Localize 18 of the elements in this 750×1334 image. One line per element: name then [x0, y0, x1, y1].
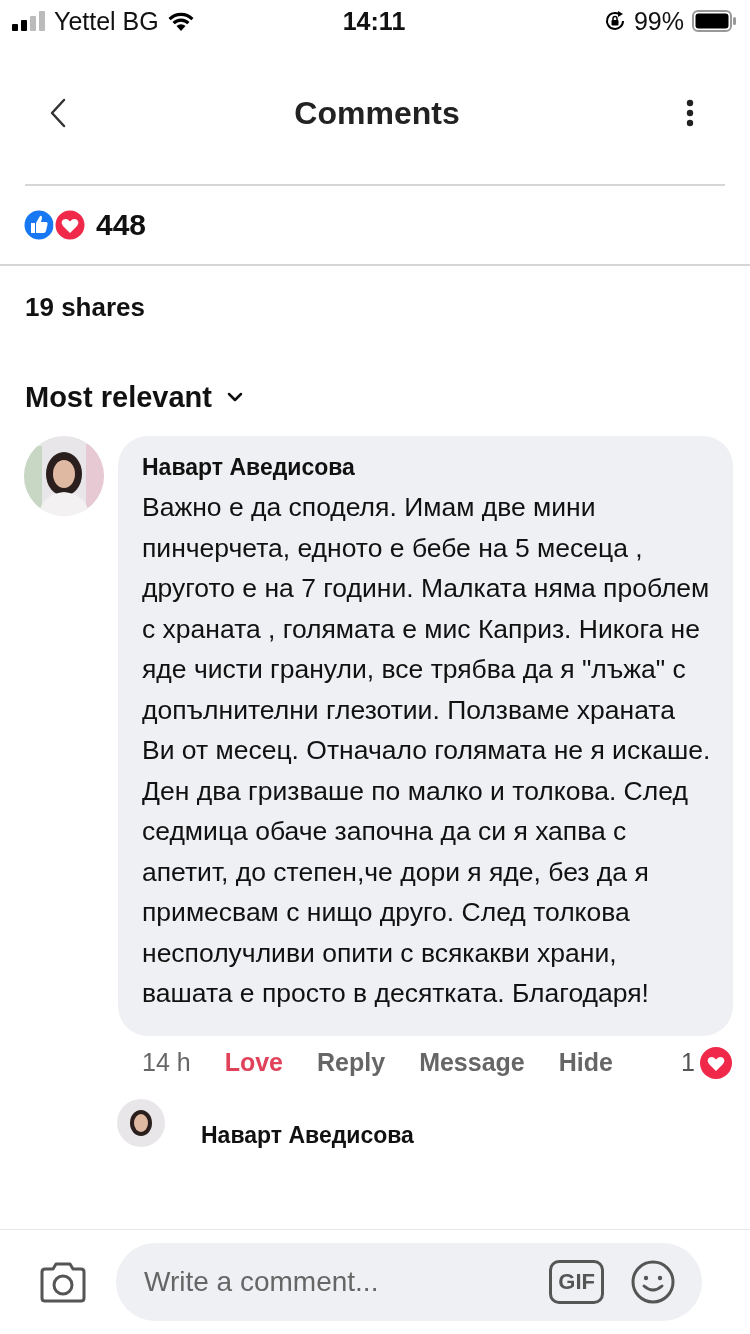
comment-author[interactable]: Наварт Аведисова — [201, 1121, 414, 1149]
comment-time: 14 h — [142, 1048, 191, 1077]
battery-percent: 99% — [633, 6, 684, 36]
comment-field[interactable]: Write a comment... GIF — [116, 1243, 702, 1321]
comment-action[interactable]: Hide — [558, 1048, 613, 1077]
page-title: Comments — [294, 94, 460, 132]
sort-dropdown[interactable]: Most relevant — [25, 380, 212, 414]
comment-action[interactable]: Reply — [317, 1048, 386, 1077]
clock: 14:11 — [342, 6, 406, 36]
reaction-count[interactable]: 448 — [96, 208, 147, 242]
shares-count[interactable]: 19 shares — [0, 266, 750, 346]
comment-reaction-count[interactable]: 1 — [680, 1048, 695, 1077]
carrier-name: Yettel BG — [54, 6, 159, 36]
comment-author[interactable]: Наварт Аведисова — [142, 454, 713, 481]
comment-action[interactable]: Message — [419, 1048, 525, 1077]
gif-button[interactable]: GIF — [549, 1260, 604, 1304]
comment-text: Важно е да споделя. Имам две мини пинчерчета, едното е бебе на 5 месеца , другото е на 7 години. Малката няма проблем с храната , голямата е мис Каприз. Никога не яде чисти гранули, все трябва да я "лъжа" с допълнителни глезотии. Ползваме храната Ви от месец. Отначало голямата не я искаше. Ден два гризваше по малко и толкова. След седмица обаче започна да си я хапва с апетит, до степен,че дори я яде, без да я примесвам с нищо друго. След толкова несполучливи опити с всякакви храни, вашата е просто в десятката. Благодаря! — [142, 491, 712, 1010]
comment-action[interactable]: Love — [224, 1048, 284, 1077]
